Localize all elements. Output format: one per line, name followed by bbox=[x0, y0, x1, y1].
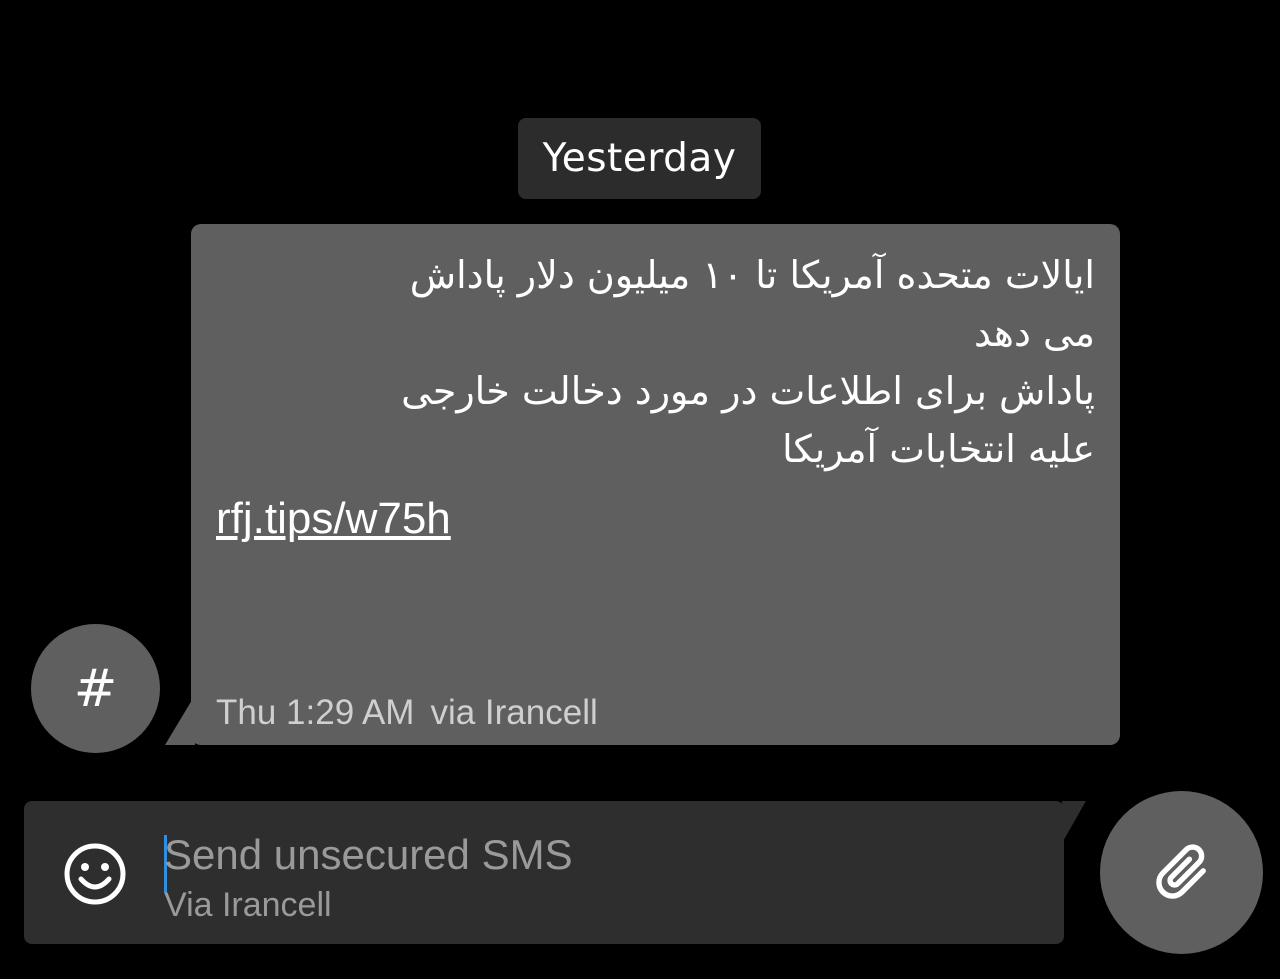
message-line: پاداش برای اطلاعات در مورد دخالت خارجی bbox=[401, 369, 1095, 413]
sender-avatar[interactable]: # bbox=[31, 624, 160, 753]
message-meta: Thu 1:29 AM via Irancell bbox=[216, 693, 598, 733]
message-link[interactable]: rfj.tips/w75h bbox=[216, 494, 451, 544]
sms-carrier-subline: Via Irancell bbox=[164, 886, 332, 924]
composer-tail bbox=[1062, 801, 1086, 843]
message-composer: Send unsecured SMS Via Irancell bbox=[24, 801, 1064, 944]
message-text: ایالات متحده آمریکا تا ۱۰ میلیون دلار پا… bbox=[215, 246, 1095, 478]
attach-button[interactable] bbox=[1100, 791, 1263, 954]
message-line: ایالات متحده آمریکا تا ۱۰ میلیون دلار پا… bbox=[409, 253, 1095, 297]
smiley-face-icon bbox=[64, 843, 126, 905]
paperclip-icon bbox=[1155, 843, 1206, 899]
message-line: علیه انتخابات آمریکا bbox=[782, 427, 1095, 471]
message-timestamp: Thu 1:29 AM bbox=[216, 693, 415, 732]
message-carrier: via Irancell bbox=[430, 693, 598, 732]
avatar-glyph: # bbox=[73, 658, 118, 719]
date-separator: Yesterday bbox=[518, 118, 761, 199]
sms-input[interactable]: Send unsecured SMS Via Irancell bbox=[164, 829, 1024, 924]
message-line: می دهد bbox=[973, 311, 1095, 355]
emoji-button[interactable] bbox=[62, 841, 128, 907]
conversation-screen: Yesterday ایالات متحده آمریکا تا ۱۰ میلی… bbox=[0, 0, 1280, 979]
incoming-message-bubble[interactable]: ایالات متحده آمریکا تا ۱۰ میلیون دلار پا… bbox=[191, 224, 1120, 745]
sms-input-placeholder: Send unsecured SMS bbox=[164, 831, 573, 878]
